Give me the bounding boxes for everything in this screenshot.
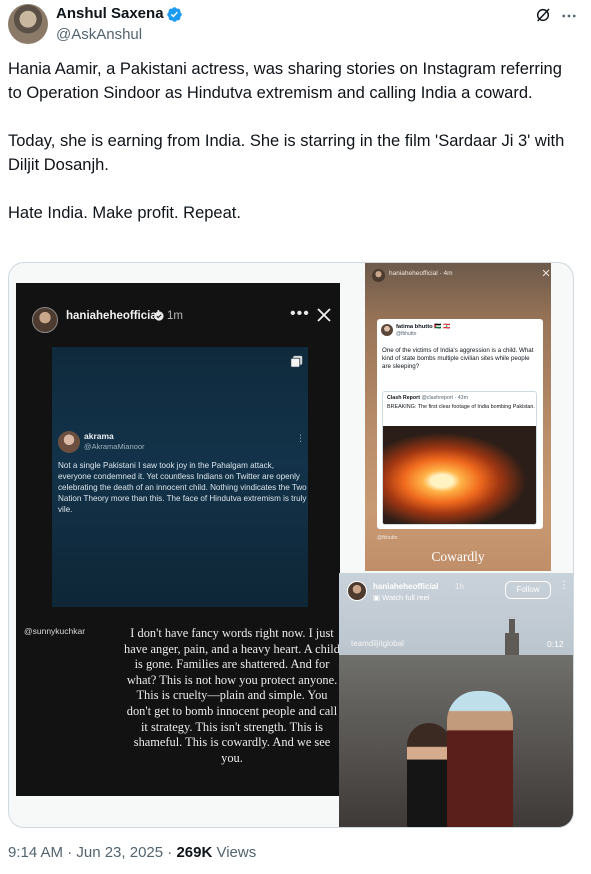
story-time: 1m [167, 310, 183, 322]
reel-duration: 0:12 [547, 639, 564, 649]
reel-more-icon: ⋮ [559, 580, 569, 591]
story-username: haniaheheofficial [66, 310, 160, 322]
tweet-paragraph: Hate India. Make profit. Repeat. [8, 204, 241, 222]
tweet-paragraph: Today, she is earning from India. She is… [8, 132, 565, 174]
instagram-story-screenshot-2[interactable]: haniaheheofficial · 4m fatima bhutto 🇵🇸 … [365, 263, 551, 571]
tweet-metadata: 9:14 AM · Jun 23, 2025 · 269K Views [8, 844, 256, 861]
embedded-text: Not a single Pakistani I saw took joy in… [58, 461, 307, 514]
watch-full-reel-label: Watch full reel [382, 593, 430, 602]
author-handle[interactable]: @AskAnshul [56, 26, 142, 43]
story-more-icon: ••• [290, 305, 310, 322]
tweet-header: Anshul Saxena @AskAnshul [8, 4, 583, 44]
more-options-icon[interactable] [560, 7, 578, 25]
multi-image-icon [290, 355, 303, 368]
reel-username: haniaheheofficial [373, 582, 439, 591]
embedded-handle: @fbhutto [396, 331, 417, 337]
author-avatar[interactable] [8, 4, 48, 44]
story-username-text: haniaheheofficial [389, 270, 438, 277]
reel-avatar [347, 581, 367, 601]
story-close-icon [317, 308, 331, 322]
story-caption: Cowardly [431, 549, 485, 564]
quoted-header: Clash Report @clashreport · 43m [387, 395, 468, 401]
verified-badge-icon [154, 311, 164, 321]
story-time: 4m [443, 270, 453, 277]
reel-person-man [447, 691, 513, 827]
reel-person-woman [407, 723, 451, 827]
views-label: Views [212, 844, 257, 861]
embedded-avatar [58, 431, 80, 453]
quoted-meta: @clashreport · 43m [421, 395, 469, 401]
reel-follow-button: Follow [505, 581, 551, 599]
instagram-story-screenshot[interactable]: haniaheheofficial 1m ••• akrama @AkramaM… [16, 283, 340, 796]
watch-full-reel: ▣ Watch full reel [373, 593, 430, 602]
author-name[interactable]: Anshul Saxena [56, 5, 164, 22]
story-mention: @sunnykuchkar [24, 626, 86, 636]
reel-time: 1h [455, 582, 464, 591]
explosion-image [383, 426, 536, 524]
media-grid[interactable]: haniaheheofficial 1m ••• akrama @AkramaM… [8, 262, 574, 828]
quoted-text: BREAKING: The first clear footage of Ind… [387, 404, 535, 410]
story-avatar [372, 269, 385, 282]
views-count: 269K [176, 844, 213, 861]
instagram-reel-screenshot[interactable]: haniaheheofficial 1h ▣ Watch full reel F… [339, 573, 573, 827]
embedded-name: akrama [84, 431, 114, 441]
story-caption: I don't have fancy words right now. I ju… [124, 626, 340, 765]
story-sticker-handle: @fbhutto [377, 535, 398, 541]
embedded-handle: @AkramaMianoor [84, 442, 145, 451]
tweet-timestamp[interactable]: 9:14 AM · Jun 23, 2025 · [8, 844, 176, 861]
verified-badge-icon [167, 7, 182, 22]
story-close-icon [542, 269, 550, 277]
quoted-name: Clash Report [387, 395, 420, 401]
quoted-tweet: Clash Report @clashreport · 43m BREAKING… [382, 391, 537, 525]
embedded-tweet-card: fatima bhutto 🇵🇸 🇱🇧 @fbhutto One of the … [377, 319, 543, 529]
story-avatar [32, 307, 58, 333]
story-username: haniaheheofficial · 4m [389, 270, 453, 277]
tweet-paragraph: Hania Aamir, a Pakistani actress, was sh… [8, 60, 562, 102]
embedded-post-card: akrama @AkramaMianoor ⋮ Not a single Pak… [52, 347, 308, 607]
embedded-text: One of the victims of India's aggression… [382, 347, 534, 370]
grok-icon[interactable] [535, 7, 551, 23]
embedded-more-icon: ⋮ [296, 433, 305, 443]
embedded-name: fatima bhutto 🇵🇸 🇱🇧 [396, 324, 451, 330]
reel-watermark: teamdiljitglobal [351, 639, 404, 648]
embedded-avatar [381, 324, 393, 336]
tweet-text: Hania Aamir, a Pakistani actress, was sh… [8, 57, 578, 225]
